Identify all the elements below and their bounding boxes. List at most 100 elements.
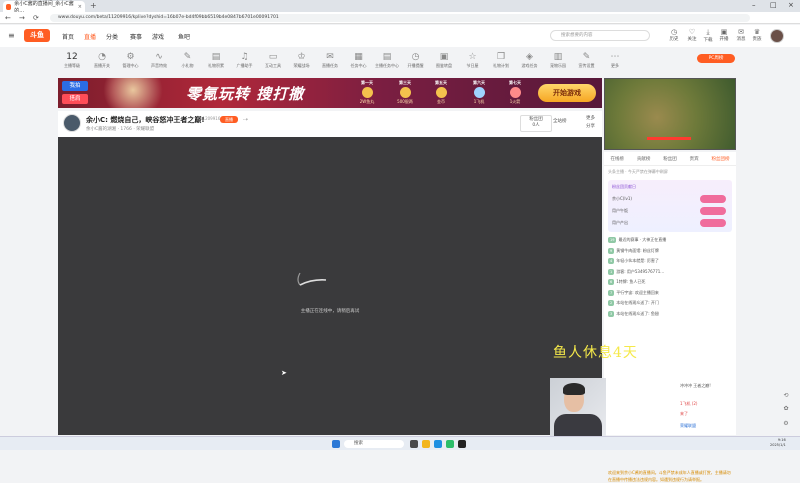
tab-fan-rank[interactable]: 粉丝团榜 xyxy=(712,156,730,162)
room-tool-chart[interactable]: ◔ 直播开关 xyxy=(90,51,114,69)
fan-list-header: 粉丝团贡献日 xyxy=(612,184,636,189)
url-input[interactable]: www.douyu.com/beta/11209916/kplive?dyshi… xyxy=(50,14,750,22)
nav-games[interactable]: 游戏 xyxy=(152,32,164,41)
start-menu-icon[interactable] xyxy=(332,440,340,448)
rank-button[interactable]: PC周榜 xyxy=(697,54,735,63)
nav-home[interactable]: 首页 xyxy=(62,32,74,41)
room-tool-edit[interactable]: ✎ 宣传设置 xyxy=(575,51,599,69)
new-tab-button[interactable]: + xyxy=(90,1,97,10)
share-icon[interactable]: ⇢ xyxy=(243,116,248,123)
search-input[interactable]: 搜索想要的内容 xyxy=(550,30,650,41)
video-player[interactable]: 主播正在连线中，请稍后再试 ➤ xyxy=(58,137,602,435)
fan-row[interactable]: 余小C(lv1) xyxy=(612,194,728,204)
room-tool-trophy[interactable]: ♔ 荣耀战场 xyxy=(290,51,314,69)
loading-spinner-icon xyxy=(297,272,327,286)
webcam-person-body xyxy=(554,414,602,436)
file-explorer-icon[interactable] xyxy=(422,440,430,448)
user-avatar[interactable] xyxy=(770,29,784,43)
room-tool-calendar[interactable]: ▦ 任务中心 xyxy=(347,51,371,69)
fan-row[interactable]: 用户午饭 xyxy=(612,206,728,216)
room-tool-star[interactable]: ☆ 节日屋 xyxy=(461,51,485,69)
room-announcement: 欢迎来到余小C酱的直播间。斗鱼严禁未成年人直播或打赏，主播请勿在直播中传播违法违… xyxy=(608,470,731,482)
nav-yuba[interactable]: 鱼吧 xyxy=(178,32,190,41)
room-subinfo: 余小C酱的湖湘 · 1766 · 荣耀联盟 xyxy=(86,127,155,132)
game-ad-banner[interactable]: 我拍 搭肩 零氪玩转 搜打撤 第一天 2W鱼丸 第三天 500银两 第五天 金币 第六… xyxy=(58,78,602,108)
streamer-avatar[interactable] xyxy=(63,114,81,132)
chart-icon: ◔ xyxy=(98,52,106,62)
reload-button[interactable]: ⟳ xyxy=(33,14,39,22)
nav-category[interactable]: 分类 xyxy=(106,32,118,41)
taskbar-search[interactable]: 搜索 xyxy=(344,440,404,448)
maximize-button[interactable]: □ xyxy=(770,1,777,9)
trophy-icon: ♔ xyxy=(297,52,306,62)
site-rank-button[interactable]: 全站榜 xyxy=(553,118,567,124)
banner-slogan: 零氪玩转 搜打撤 xyxy=(186,85,305,103)
room-tool-box[interactable]: ▥ 宠物乐园 xyxy=(546,51,570,69)
messages-button[interactable]: ✉ 消息 xyxy=(733,28,749,42)
chat-line: 19 最近的赛事 · 大神正在直播 xyxy=(608,237,667,243)
forward-button[interactable]: → xyxy=(19,14,25,22)
star-icon: ☆ xyxy=(468,52,477,62)
nav-events[interactable]: 赛事 xyxy=(130,32,142,41)
room-tool-clock[interactable]: ◷ 开播提醒 xyxy=(404,51,428,69)
tab-fan-club[interactable]: 粉丝团 xyxy=(663,156,677,162)
history-button[interactable]: ◷ 历史 xyxy=(666,28,682,42)
minimize-button[interactable]: – xyxy=(752,1,756,9)
tab-close-icon[interactable]: × xyxy=(78,4,82,10)
live-badge: 直播 xyxy=(220,116,238,123)
room-tool-tool[interactable]: ✎ 小礼物 xyxy=(176,51,200,69)
edit-icon: ✎ xyxy=(582,52,591,62)
menu-icon[interactable]: ≡ xyxy=(8,31,15,40)
room-tool-wave[interactable]: ∿ 声音特效 xyxy=(147,51,171,69)
room-tool-monitor[interactable]: ▭ 互动工具 xyxy=(261,51,285,69)
room-title: 余小C: 燃烧自己，峡谷怒冲王者之巅! xyxy=(86,116,205,124)
chat-panel: 在线榜 贡献榜 粉丝团 贵宾 粉丝团榜 头条主播 · 今天严禁在弹幕中刷屏 粉丝… xyxy=(604,152,736,482)
doc-icon: ▤ xyxy=(382,52,392,62)
heart-icon: ♡ xyxy=(688,28,696,36)
back-button[interactable]: ← xyxy=(5,14,11,22)
refresh-icon[interactable]: ⟲ xyxy=(781,392,791,402)
room-tool-shirt[interactable]: ▤ 礼物积累 xyxy=(204,51,228,69)
chrome-browser-icon[interactable] xyxy=(446,440,454,448)
room-tool-chat[interactable]: ✉ 直播任务 xyxy=(318,51,342,69)
user-level-badge: 9 xyxy=(608,247,615,254)
room-tool-gear[interactable]: ⚙ 管理中心 xyxy=(119,51,143,69)
close-window-button[interactable]: × xyxy=(788,1,794,9)
room-tool-more[interactable]: ⋯ 更多 xyxy=(603,51,627,69)
tab-vip[interactable]: 贵宾 xyxy=(690,156,699,162)
room-tool-gift[interactable]: ❒ 礼物计划 xyxy=(489,51,513,69)
tool-icon: ✎ xyxy=(183,52,192,62)
banner-button-2[interactable]: 搭肩 xyxy=(62,94,88,104)
room-tool-gamepad[interactable]: ◈ 游戏任务 xyxy=(518,51,542,69)
image-icon: ▣ xyxy=(439,52,449,62)
rocket-icon xyxy=(509,87,521,98)
room-tool-image[interactable]: ▣ 图鉴转盘 xyxy=(432,51,456,69)
room-tool-mic[interactable]: ♫ 广播助手 xyxy=(233,51,257,69)
game-preview-thumbnail[interactable] xyxy=(604,78,736,150)
taskview-icon[interactable] xyxy=(410,440,418,448)
tab-contribution[interactable]: 贡献榜 xyxy=(637,156,651,162)
tab-online-rank[interactable]: 在线榜 xyxy=(610,156,624,162)
gift-icon[interactable]: ✿ xyxy=(781,405,791,415)
follow-button[interactable]: ♡ 关注 xyxy=(684,28,700,42)
site-logo[interactable]: 斗鱼 xyxy=(24,29,50,42)
start-game-button[interactable]: 开始游戏 xyxy=(538,84,596,102)
start-stream-button[interactable]: ▣ 开播 xyxy=(716,28,732,42)
preview-red-bar xyxy=(647,137,691,140)
settings-icon[interactable]: ⚙ xyxy=(781,420,791,430)
more-link[interactable]: 更多 xyxy=(586,115,595,123)
room-tool-doc[interactable]: ▤ 主播任务中心 xyxy=(375,51,399,69)
browser-tab[interactable]: 余小C酱的直播间_余小C酱的… × xyxy=(3,1,85,14)
app-icon[interactable] xyxy=(458,440,466,448)
clock-icon: ◷ xyxy=(670,28,678,36)
fan-row[interactable]: 用户产出 xyxy=(612,218,728,228)
edge-browser-icon[interactable] xyxy=(434,440,442,448)
noble-button[interactable]: ♛ 贵族 xyxy=(749,28,765,42)
download-button[interactable]: ⤓ 下载 xyxy=(700,28,716,43)
mic-icon: ♫ xyxy=(240,52,249,62)
share-link[interactable]: 分享 xyxy=(586,123,595,131)
banner-button-1[interactable]: 我拍 xyxy=(62,81,88,91)
nav-live[interactable]: 直播 xyxy=(84,32,96,41)
fan-club-box[interactable]: 粉丝团 0人 xyxy=(520,115,552,132)
streamer-level[interactable]: 12 主播等级 xyxy=(58,51,86,69)
